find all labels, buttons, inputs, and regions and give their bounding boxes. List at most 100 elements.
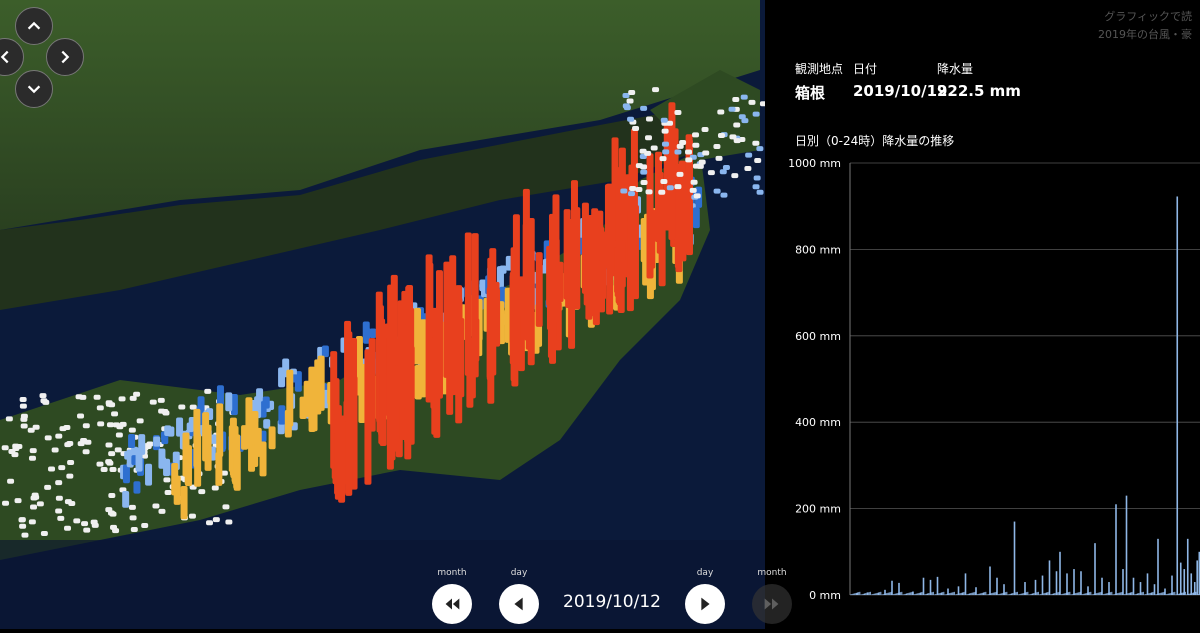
rain-bar[interactable] bbox=[1042, 576, 1044, 595]
rain-column bbox=[162, 410, 169, 415]
rain-column bbox=[646, 117, 653, 122]
rain-column bbox=[628, 191, 635, 196]
rain-label: 降水量 bbox=[937, 60, 973, 77]
rain-bar[interactable] bbox=[965, 573, 967, 595]
rain-column bbox=[131, 527, 138, 532]
rain-bar[interactable] bbox=[1094, 543, 1096, 595]
rain-bar-small bbox=[852, 594, 853, 595]
rain-bar-small bbox=[1080, 592, 1081, 595]
rain-bar[interactable] bbox=[1126, 496, 1128, 595]
rain-bar[interactable] bbox=[1190, 573, 1192, 595]
rain-bar-small bbox=[954, 592, 955, 595]
rain-bar-small bbox=[1044, 593, 1045, 595]
rain-column bbox=[178, 405, 185, 410]
rain-column bbox=[661, 118, 668, 123]
rain-bar-small bbox=[1082, 594, 1083, 595]
rain-bar-small bbox=[1079, 592, 1080, 595]
rain-column bbox=[150, 400, 157, 405]
rain-bar-small bbox=[856, 593, 857, 595]
rain-bar-small bbox=[1096, 593, 1097, 595]
rain-bar-small bbox=[1151, 593, 1152, 596]
rain-bar-small bbox=[904, 594, 905, 595]
rainfall-chart[interactable]: 0 mm200 mm400 mm600 mm800 mm1000 mm bbox=[765, 150, 1200, 610]
rain-bar-small bbox=[1181, 593, 1182, 595]
rain-bar-small bbox=[1041, 594, 1042, 595]
prev-day-button[interactable] bbox=[499, 584, 539, 624]
rain-bar[interactable] bbox=[1080, 571, 1082, 595]
rain-bar-small bbox=[1134, 595, 1135, 596]
next-day-button[interactable] bbox=[685, 584, 725, 624]
rain-bar-small bbox=[1124, 594, 1125, 595]
rain-bar-small bbox=[1115, 594, 1116, 595]
prev-month-button[interactable] bbox=[432, 584, 472, 624]
rain-bar[interactable] bbox=[937, 577, 939, 595]
rain-bar-small bbox=[1155, 595, 1156, 596]
rain-bar-small bbox=[941, 593, 942, 596]
rain-column bbox=[685, 150, 692, 155]
rain-bar-small bbox=[950, 593, 951, 595]
rain-bar[interactable] bbox=[1066, 573, 1068, 595]
rain-bar-small bbox=[1092, 595, 1093, 596]
rain-bar-small bbox=[1052, 594, 1053, 595]
rain-column bbox=[123, 464, 130, 483]
day-prev-label: day bbox=[499, 568, 539, 578]
rain-bar-small bbox=[1192, 593, 1193, 595]
rain-bar[interactable] bbox=[1056, 571, 1058, 595]
rain-bar-small bbox=[1103, 594, 1104, 595]
pan-right-button[interactable] bbox=[46, 38, 84, 76]
rain-bar-small bbox=[936, 594, 937, 595]
rain-bar-small bbox=[1176, 595, 1177, 596]
rain-column bbox=[136, 452, 143, 471]
rain-bar[interactable] bbox=[1122, 569, 1124, 595]
rain-column bbox=[108, 511, 115, 516]
rain-bar[interactable] bbox=[1115, 504, 1117, 595]
rain-column bbox=[263, 396, 270, 408]
rain-bar[interactable] bbox=[1196, 560, 1198, 595]
rain-bar-small bbox=[987, 595, 988, 596]
rain-bar[interactable] bbox=[1147, 573, 1149, 595]
rain-bar-small bbox=[989, 594, 990, 595]
rain-bar[interactable] bbox=[1157, 539, 1159, 595]
rain-column bbox=[694, 193, 701, 198]
rain-bar-small bbox=[1158, 594, 1159, 596]
rain-bar-small bbox=[1088, 593, 1089, 596]
month-prev-label: month bbox=[432, 568, 472, 578]
rain-bar-small bbox=[1004, 593, 1005, 596]
rain-column bbox=[153, 436, 160, 446]
rain-bar-small bbox=[868, 593, 869, 596]
pan-down-button[interactable] bbox=[15, 70, 53, 108]
rain-bar[interactable] bbox=[989, 566, 991, 595]
rain-bar[interactable] bbox=[1183, 569, 1185, 595]
rain-bar[interactable] bbox=[1073, 569, 1075, 595]
rain-bar-small bbox=[882, 595, 883, 596]
rain-bar-small bbox=[1121, 592, 1122, 595]
rain-bar-small bbox=[1148, 594, 1149, 596]
rain-column bbox=[217, 385, 224, 405]
rain-bar-small bbox=[1008, 595, 1009, 596]
rain-column bbox=[753, 184, 760, 189]
rain-bar-small bbox=[1095, 594, 1096, 596]
next-month-button[interactable] bbox=[752, 584, 792, 624]
pan-up-button[interactable] bbox=[15, 7, 53, 45]
rain-bar[interactable] bbox=[1176, 196, 1178, 595]
rain-column bbox=[628, 90, 635, 95]
rain-bar[interactable] bbox=[1187, 539, 1189, 595]
rain-bar-small bbox=[966, 595, 967, 596]
rain-column bbox=[58, 465, 65, 470]
rain-bar[interactable] bbox=[1180, 563, 1182, 595]
rain-column bbox=[318, 356, 325, 411]
rain-column bbox=[676, 172, 683, 177]
rain-column bbox=[640, 164, 647, 169]
rain-bar-small bbox=[1002, 593, 1003, 595]
rain-column bbox=[757, 190, 764, 195]
rain-bar-small bbox=[1010, 594, 1011, 595]
rain-bar-small bbox=[1019, 594, 1020, 595]
rain-column bbox=[702, 150, 709, 155]
rain-bar[interactable] bbox=[1171, 576, 1173, 595]
rain-bar[interactable] bbox=[1049, 560, 1051, 595]
rain-column bbox=[659, 189, 666, 286]
rain-column bbox=[111, 411, 118, 416]
rain-bar-small bbox=[872, 594, 873, 595]
rain-bar[interactable] bbox=[1059, 552, 1061, 595]
rain-bar[interactable] bbox=[1014, 522, 1016, 595]
